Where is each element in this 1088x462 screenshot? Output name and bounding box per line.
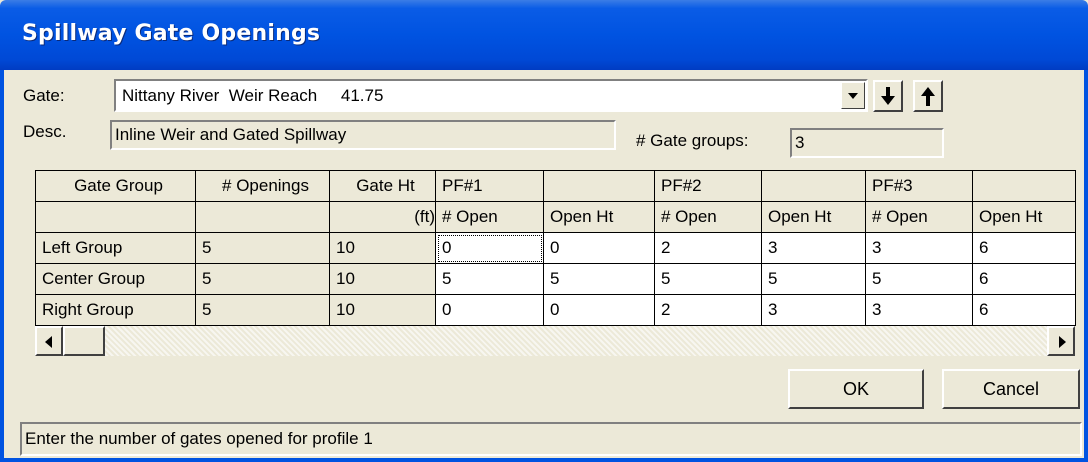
gate-ht-cell: 10 [329,263,436,295]
table-row: Right Group 5 10 0 0 2 3 3 6 [35,294,1076,326]
column-header-openings: # Openings [195,170,330,202]
ok-button[interactable]: OK [788,369,924,409]
pf1-open-ht-cell[interactable]: 0 [543,294,655,326]
pf3-open-ht-cell[interactable]: 6 [972,232,1076,264]
pf3-open-ht-cell[interactable]: 6 [972,294,1076,326]
window-title: Spillway Gate Openings [22,21,321,46]
pf2-open-ht-cell[interactable]: 3 [761,232,866,264]
dropdown-arrow-button[interactable] [841,82,865,109]
window-frame-left [0,70,4,462]
subheader-num-open: # Open [865,201,973,233]
pf2-num-open-cell[interactable]: 2 [654,232,762,264]
column-header-blank [761,170,866,202]
subheader-num-open: # Open [654,201,762,233]
arrow-down-icon [881,87,895,105]
scroll-left-button[interactable] [35,326,63,356]
status-text: Enter the number of gates opened for pro… [25,429,373,448]
subheader-num-open: # Open [435,201,544,233]
window-frame-bottom [0,458,1088,462]
desc-value: Inline Weir and Gated Spillway [115,125,347,144]
desc-label: Desc. [23,122,67,141]
subheader-open-ht: Open Ht [761,201,866,233]
horizontal-scrollbar[interactable] [35,326,1075,356]
subheader-blank [195,201,330,233]
pf2-num-open-cell[interactable]: 2 [654,294,762,326]
gate-ht-cell: 10 [329,294,436,326]
scrollbar-thumb[interactable] [63,326,105,356]
gate-select-value: Nittany River Weir Reach 41.75 [122,86,384,105]
pf1-open-ht-cell[interactable]: 5 [543,263,655,295]
table-header-row-2: (ft) # Open Open Ht # Open Open Ht # Ope… [35,201,1076,233]
subheader-open-ht: Open Ht [543,201,655,233]
column-header-pf1: PF#1 [435,170,544,202]
table-row: Center Group 5 10 5 5 5 5 5 6 [35,263,1076,295]
column-header-pf2: PF#2 [654,170,762,202]
window-frame-right [1084,70,1088,462]
arrow-up-icon [921,87,935,106]
status-bar: Enter the number of gates opened for pro… [20,422,1082,456]
subheader-open-ht: Open Ht [972,201,1076,233]
pf1-num-open-cell[interactable]: 5 [435,263,544,295]
column-header-gate-group: Gate Group [35,170,196,202]
scroll-right-button[interactable] [1047,326,1075,356]
scroll-left-icon [45,336,52,348]
gate-label: Gate: [23,86,65,105]
pf2-num-open-cell[interactable]: 5 [654,263,762,295]
dialog-window: Spillway Gate Openings Gate: Nittany Riv… [0,0,1088,462]
table-header-row-1: Gate Group # Openings Gate Ht PF#1 PF#2 … [35,170,1076,202]
column-header-pf3: PF#3 [865,170,973,202]
row-label-gate-group: Right Group [35,294,196,326]
pf3-num-open-cell[interactable]: 3 [865,232,973,264]
pf3-num-open-cell[interactable]: 5 [865,263,973,295]
table-row: Left Group 5 10 0 0 2 3 3 6 [35,232,1076,264]
column-header-gate-ht: Gate Ht [329,170,436,202]
gate-ht-cell: 10 [329,232,436,264]
pf2-open-ht-cell[interactable]: 3 [761,294,866,326]
desc-field: Inline Weir and Gated Spillway [110,120,616,150]
next-gate-button[interactable] [873,80,903,112]
pf1-open-ht-cell[interactable]: 0 [543,232,655,264]
pf2-open-ht-cell[interactable]: 5 [761,263,866,295]
chevron-down-icon [848,93,858,99]
pf3-num-open-cell[interactable]: 3 [865,294,973,326]
openings-cell: 5 [195,232,330,264]
subheader-blank [35,201,196,233]
cancel-button[interactable]: Cancel [942,369,1080,409]
openings-cell: 5 [195,294,330,326]
title-bar[interactable]: Spillway Gate Openings [0,0,1088,70]
subheader-unit-ft: (ft) [329,201,436,233]
gate-groups-field: 3 [790,128,944,158]
column-header-blank [972,170,1076,202]
gate-groups-label: # Gate groups: [636,131,749,150]
row-label-gate-group: Left Group [35,232,196,264]
scroll-right-icon [1059,336,1066,348]
openings-cell: 5 [195,263,330,295]
pf3-open-ht-cell[interactable]: 6 [972,263,1076,295]
gate-select[interactable]: Nittany River Weir Reach 41.75 [114,79,868,112]
gate-groups-value: 3 [795,133,805,152]
pf1-num-open-cell[interactable]: 0 [435,232,544,264]
column-header-blank [543,170,655,202]
gate-openings-table: Gate Group # Openings Gate Ht PF#1 PF#2 … [35,170,1076,326]
row-label-gate-group: Center Group [35,263,196,295]
previous-gate-button[interactable] [913,80,943,112]
pf1-num-open-cell[interactable]: 0 [435,294,544,326]
